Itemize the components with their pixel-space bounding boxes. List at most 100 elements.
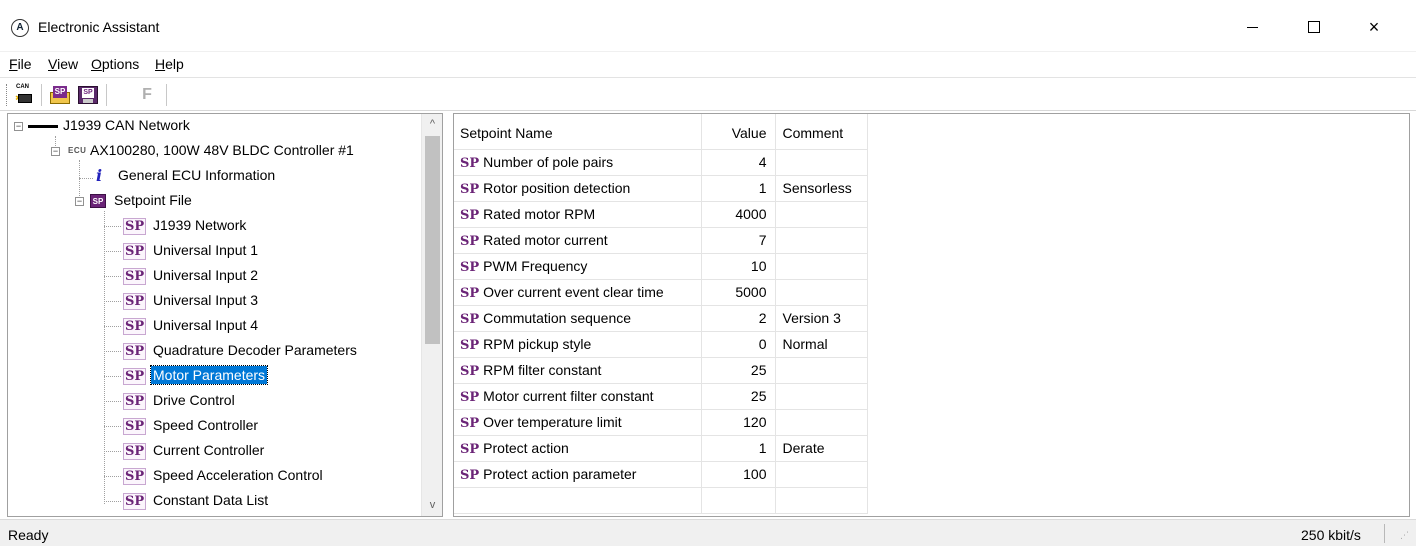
- table-row[interactable]: SP PWM Frequency 10: [454, 253, 868, 280]
- tree-item-label: Speed Controller: [153, 417, 259, 433]
- tree-item-setpoint[interactable]: SP Universal Input 3: [8, 289, 421, 314]
- setpoint-comment: Normal: [775, 331, 868, 358]
- scroll-thumb[interactable]: [425, 136, 440, 344]
- setpoint-value[interactable]: 4: [701, 149, 776, 176]
- tree-scrollbar[interactable]: ^ v: [421, 114, 442, 516]
- setpoint-icon: SP: [460, 389, 480, 405]
- close-button[interactable]: ×: [1351, 10, 1397, 44]
- column-header-name[interactable]: Setpoint Name: [454, 114, 702, 150]
- table-row[interactable]: SP Over temperature limit 120: [454, 409, 868, 436]
- setpoint-icon: SP: [123, 493, 147, 510]
- tree-connector: [104, 326, 121, 327]
- setpoint-value[interactable]: 4000: [701, 201, 776, 228]
- save-setpoint-file-button[interactable]: SP: [76, 83, 100, 107]
- scroll-down-icon[interactable]: v: [422, 495, 442, 516]
- tree-item-setpoint[interactable]: SP Speed Acceleration Control: [8, 464, 421, 489]
- tree-item-setpoint[interactable]: SP Constant Data List: [8, 489, 421, 514]
- toolbar-grip[interactable]: [6, 84, 9, 106]
- tree-item-general-info[interactable]: i General ECU Information: [8, 164, 421, 189]
- setpoint-icon: SP: [123, 368, 147, 385]
- setpoint-value[interactable]: 1: [701, 175, 776, 202]
- table-row[interactable]: SP Rated motor current 7: [454, 227, 868, 254]
- resize-grip-icon[interactable]: ⋰: [1400, 530, 1412, 542]
- setpoint-icon: SP: [460, 285, 480, 301]
- table-row[interactable]: SP Protect action 1 Derate: [454, 435, 868, 462]
- collapse-icon[interactable]: −: [14, 122, 23, 131]
- tree-connector: [104, 401, 121, 402]
- setpoint-icon: SP: [460, 181, 480, 197]
- table-row[interactable]: SP Over current event clear time 5000: [454, 279, 868, 306]
- table-row[interactable]: SP RPM filter constant 25: [454, 357, 868, 384]
- tree-item-setpoint[interactable]: SP Drive Control: [8, 389, 421, 414]
- column-header-value[interactable]: Value: [701, 114, 776, 150]
- table-row[interactable]: SP Rated motor RPM 4000: [454, 201, 868, 228]
- tree-item-setpoint[interactable]: SP Universal Input 1: [8, 239, 421, 264]
- title-bar: A Electronic Assistant ×: [0, 0, 1416, 52]
- menu-view[interactable]: View: [48, 56, 78, 72]
- tree-item-setpoint-selected[interactable]: SP Motor Parameters: [8, 364, 421, 389]
- setpoint-icon: SP: [123, 443, 147, 460]
- tree-item-label: AX100280, 100W 48V BLDC Controller #1: [90, 142, 354, 158]
- setpoint-name: RPM pickup style: [483, 335, 592, 352]
- scroll-up-icon[interactable]: ^: [422, 114, 442, 135]
- collapse-icon[interactable]: −: [51, 147, 60, 156]
- setpoint-value[interactable]: 25: [701, 383, 776, 410]
- menu-help[interactable]: Help: [155, 56, 184, 72]
- tree-item-ecu[interactable]: − ECU AX100280, 100W 48V BLDC Controller…: [8, 139, 421, 164]
- setpoint-icon: SP: [460, 155, 480, 171]
- tree-item-setpoint[interactable]: SP Speed Controller: [8, 414, 421, 439]
- setpoint-value[interactable]: 100: [701, 461, 776, 488]
- table-row[interactable]: SP Commutation sequence 2 Version 3: [454, 305, 868, 332]
- setpoint-icon: SP: [460, 337, 480, 353]
- setpoint-value[interactable]: 1: [701, 435, 776, 462]
- sp-doc-icon: SP: [53, 86, 67, 98]
- setpoint-icon: SP: [460, 441, 480, 457]
- tree-item-label: Drive Control: [153, 392, 235, 408]
- setpoint-name: Over current event clear time: [483, 283, 664, 300]
- menu-options[interactable]: Options: [91, 56, 139, 72]
- setpoint-value[interactable]: 25: [701, 357, 776, 384]
- minimize-button[interactable]: [1229, 10, 1275, 44]
- network-icon: [28, 125, 58, 128]
- setpoint-name-cell: SP Over temperature limit: [454, 409, 702, 436]
- flash-icon: F: [142, 86, 152, 103]
- tree-item-setpoint-file[interactable]: − SP Setpoint File: [8, 189, 421, 214]
- menu-view-mnemonic: V: [48, 56, 58, 72]
- flash-button[interactable]: F: [135, 83, 159, 107]
- setpoint-value[interactable]: 0: [701, 331, 776, 358]
- tree-item-setpoint[interactable]: SP Quadrature Decoder Parameters: [8, 339, 421, 364]
- tree-view: − J1939 CAN Network − ECU AX100280, 100W…: [8, 114, 421, 516]
- menu-file[interactable]: File: [9, 56, 32, 72]
- setpoint-comment: [775, 227, 868, 254]
- table-row[interactable]: SP Rotor position detection 1 Sensorless: [454, 175, 868, 202]
- table-row[interactable]: SP Protect action parameter 100: [454, 461, 868, 488]
- setpoint-file-icon: SP: [90, 194, 106, 208]
- tree-item-setpoint[interactable]: SP J1939 Network: [8, 214, 421, 239]
- can-network-icon: CAN ✱: [15, 84, 33, 105]
- maximize-button[interactable]: [1291, 10, 1337, 44]
- column-header-comment[interactable]: Comment: [775, 114, 868, 150]
- tree-item-label: Setpoint File: [114, 192, 192, 208]
- table-row[interactable]: SP Motor current filter constant 25: [454, 383, 868, 410]
- table-row[interactable]: SP RPM pickup style 0 Normal: [454, 331, 868, 358]
- tree-item-setpoint[interactable]: SP Universal Input 2: [8, 264, 421, 289]
- setpoint-name-cell: SP Protect action parameter: [454, 461, 702, 488]
- tree-item-setpoint[interactable]: SP Current Controller: [8, 439, 421, 464]
- tree-connector: [104, 276, 121, 277]
- setpoint-value[interactable]: 120: [701, 409, 776, 436]
- minimize-icon: [1246, 26, 1258, 28]
- setpoint-value[interactable]: 5000: [701, 279, 776, 306]
- setpoint-icon: SP: [123, 468, 147, 485]
- tree-panel[interactable]: − J1939 CAN Network − ECU AX100280, 100W…: [7, 113, 443, 517]
- setpoint-icon: SP: [460, 415, 480, 431]
- table-row[interactable]: SP Number of pole pairs 4: [454, 149, 868, 176]
- tree-item-setpoint[interactable]: SP Universal Input 4: [8, 314, 421, 339]
- can-connect-button[interactable]: CAN ✱: [12, 83, 36, 107]
- open-setpoint-file-button[interactable]: SP: [48, 83, 72, 107]
- setpoint-grid-panel[interactable]: Setpoint Name Value Comment SP Number of …: [453, 113, 1410, 517]
- setpoint-value[interactable]: 10: [701, 253, 776, 280]
- collapse-icon[interactable]: −: [75, 197, 84, 206]
- can-device-icon: [18, 94, 32, 103]
- setpoint-value[interactable]: 2: [701, 305, 776, 332]
- setpoint-value[interactable]: 7: [701, 227, 776, 254]
